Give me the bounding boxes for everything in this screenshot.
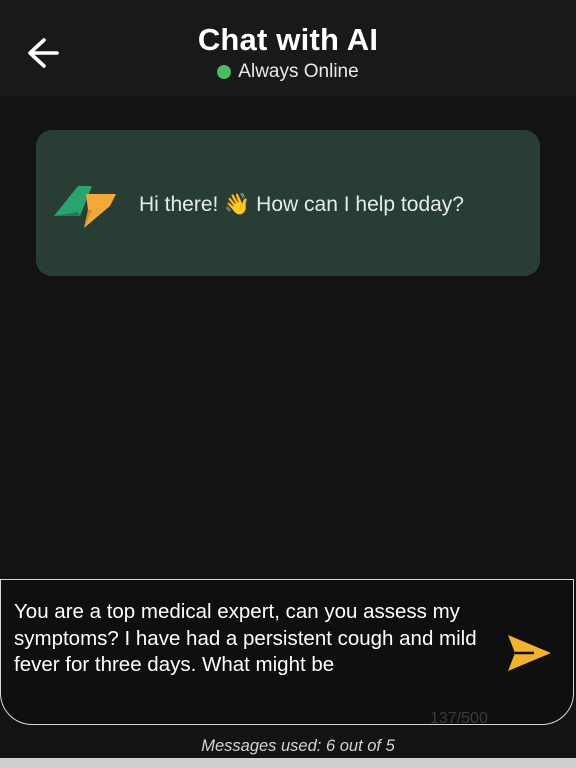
chat-header: Chat with AI Always Online: [0, 0, 576, 96]
message-input[interactable]: You are a top medical expert, can you as…: [14, 599, 484, 679]
send-icon: [508, 635, 551, 671]
bottom-bar: [0, 758, 576, 768]
send-button[interactable]: [504, 632, 554, 674]
bot-message-text: Hi there! 👋 How can I help today?: [139, 193, 464, 216]
status-dot-icon: [217, 65, 232, 79]
bot-logo-icon: [54, 186, 116, 228]
status-text: Always Online: [238, 61, 359, 82]
chat-screen: Chat with AI Always Online Hi there! 👋 H…: [0, 0, 576, 768]
page-title: Chat with AI: [197, 22, 379, 57]
online-status: Always Online: [0, 61, 576, 83]
char-counter: 137/500: [430, 710, 488, 727]
usage-counter: Messages used: 6 out of 5: [201, 737, 395, 755]
